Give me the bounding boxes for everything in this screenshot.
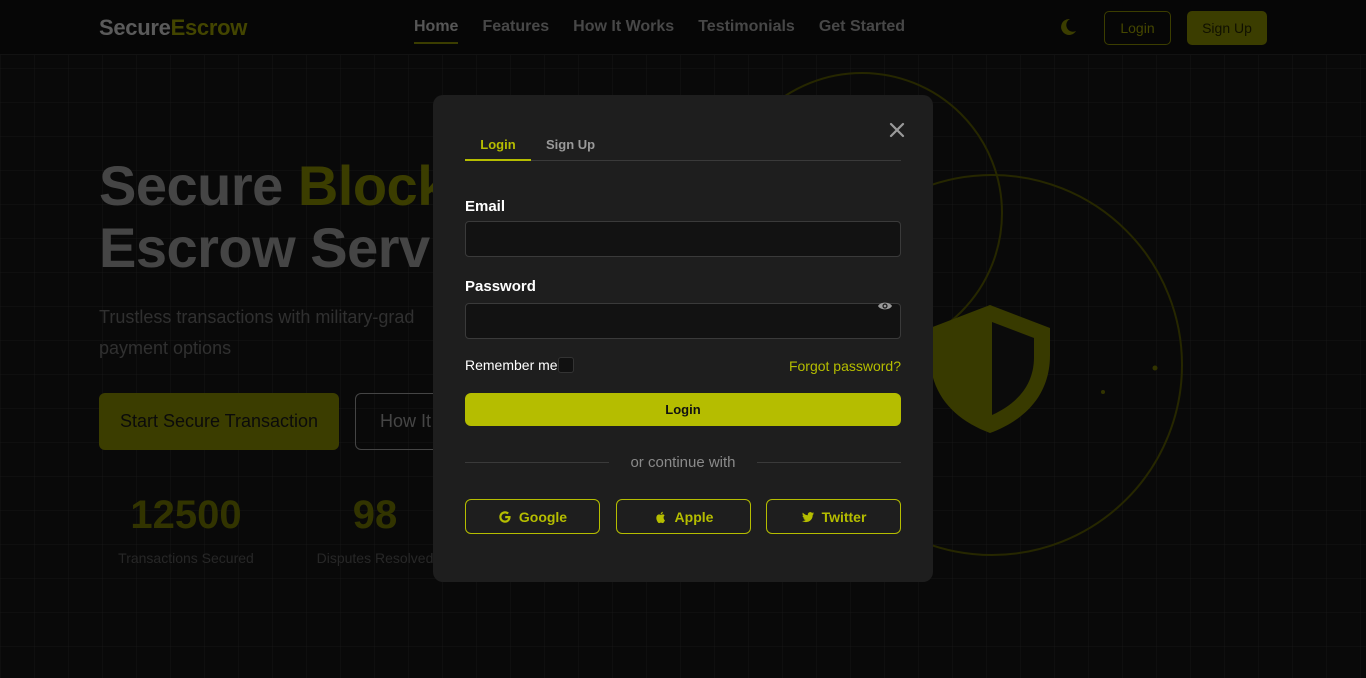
password-label: Password [465, 278, 536, 295]
google-label: Google [518, 508, 568, 525]
remember-me: Remember me [465, 357, 574, 373]
divider-text: or continue with [630, 454, 736, 471]
apple-icon [655, 511, 665, 523]
eye-icon[interactable] [877, 299, 893, 313]
twitter-icon [801, 511, 814, 522]
tab-login[interactable]: Login [465, 137, 531, 161]
twitter-label: Twitter [821, 508, 867, 525]
auth-tabs: Login Sign Up [465, 135, 901, 161]
email-label: Email [465, 198, 506, 215]
auth-modal: Login Sign Up Email Password Remember me… [433, 95, 933, 582]
login-submit-button[interactable]: Login [465, 393, 901, 426]
tab-signup[interactable]: Sign Up [546, 137, 595, 152]
divider-line-right [757, 462, 901, 463]
apple-login-button[interactable]: Apple [616, 499, 751, 534]
password-field[interactable] [465, 303, 901, 339]
forgot-password-link[interactable]: Forgot password? [789, 358, 901, 374]
email-field[interactable] [465, 221, 901, 257]
divider-line-left [465, 462, 609, 463]
google-icon [499, 510, 511, 523]
google-login-button[interactable]: Google [465, 499, 600, 534]
twitter-login-button[interactable]: Twitter [766, 499, 901, 534]
remember-me-label: Remember me [465, 357, 558, 373]
remember-me-checkbox[interactable] [557, 357, 574, 373]
apple-label: Apple [674, 508, 714, 525]
